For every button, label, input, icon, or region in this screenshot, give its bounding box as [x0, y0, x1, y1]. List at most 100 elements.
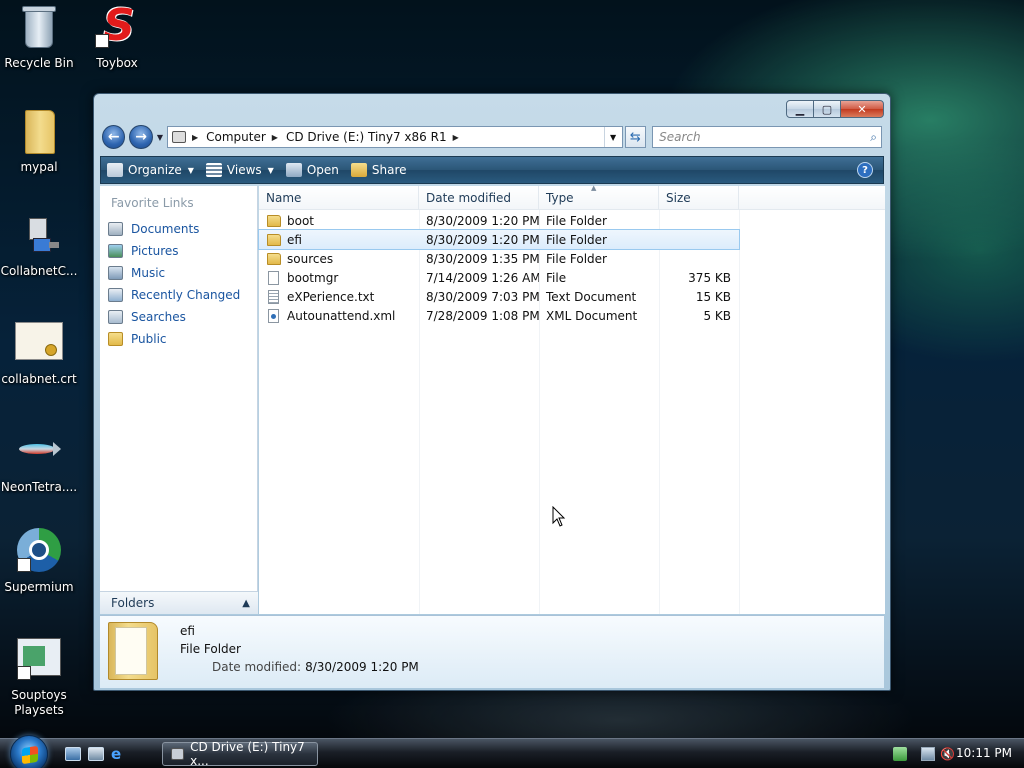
organize-button[interactable]: Organize ▼ — [101, 157, 200, 183]
file-date: 8/30/2009 7:03 PM — [426, 289, 539, 304]
taskbar-button-label: CD Drive (E:) Tiny7 x... — [190, 740, 305, 768]
fav-public[interactable]: Public — [100, 328, 257, 350]
details-type: File Folder — [180, 642, 241, 656]
desktop-icon-supermium[interactable]: Supermium — [0, 528, 78, 595]
file-date: 8/30/2009 1:35 PM — [426, 251, 539, 266]
details-date-label: Date modified: — [212, 660, 302, 674]
breadcrumb-separator-icon: ▶ — [191, 132, 199, 142]
taskbar: e CD Drive (E:) Tiny7 x... 🔇 10:11 PM — [0, 735, 1024, 768]
folder-icon — [267, 214, 281, 227]
desktop-icon-collabnet[interactable]: CollabnetC... — [0, 212, 78, 279]
file-name-cell: efi — [259, 233, 419, 247]
table-row[interactable]: eXPerience.txt 8/30/2009 7:03 PM Text Do… — [259, 287, 885, 306]
desktop-icon-label: Toybox — [96, 56, 138, 70]
breadcrumb-cd-drive[interactable]: CD Drive (E:) Tiny7 x86 R1 — [286, 130, 447, 144]
views-button[interactable]: Views ▼ — [200, 157, 280, 183]
desktop-icon-toybox[interactable]: S Toybox — [78, 4, 156, 71]
toybox-icon: S — [93, 4, 141, 52]
refresh-button[interactable]: ⇆ — [624, 126, 647, 148]
column-size[interactable]: Size — [659, 186, 739, 210]
file-date: 8/30/2009 1:20 PM — [426, 232, 539, 247]
chevron-up-icon: ▲ — [242, 597, 250, 609]
sort-indicator-icon: ▲ — [591, 184, 597, 192]
breadcrumb-computer[interactable]: Computer — [206, 130, 266, 144]
column-type[interactable]: ▲ Type — [539, 184, 659, 210]
fav-documents[interactable]: Documents — [100, 218, 257, 240]
desktop-icon-label: collabnet.crt — [1, 372, 77, 386]
switch-windows-icon[interactable] — [88, 747, 104, 761]
command-toolbar: Organize ▼ Views ▼ Open Share ? — [100, 156, 884, 184]
window-controls: ▁ ▢ ✕ — [786, 100, 884, 118]
desktop-icon-neontetra[interactable]: NeonTetra.... — [0, 428, 78, 495]
chevron-down-icon: ▼ — [610, 132, 617, 142]
desktop-icon-collabnet-crt[interactable]: collabnet.crt — [0, 320, 78, 387]
close-button[interactable]: ✕ — [840, 100, 884, 118]
file-name-cell: eXPerience.txt — [259, 289, 419, 304]
start-button[interactable] — [10, 735, 48, 768]
file-type: Text Document — [546, 289, 637, 304]
table-row[interactable]: Autounattend.xml 7/28/2009 1:08 PM XML D… — [259, 306, 885, 325]
file-size: 15 KB — [695, 289, 731, 304]
folders-toggle[interactable]: Folders ▲ — [100, 591, 258, 614]
file-list: Name Date modified ▲ Type Size boot 8/30/… — [258, 184, 885, 614]
open-label: Open — [306, 163, 339, 177]
desktop-icon-label: NeonTetra.... — [0, 480, 78, 494]
safely-remove-icon[interactable] — [893, 747, 907, 761]
desktop-icon-souptoys[interactable]: Souptoys Playsets — [0, 636, 78, 718]
search-input[interactable]: Search ⌕ — [652, 126, 882, 148]
details-date-value: 8/30/2009 1:20 PM — [305, 660, 419, 674]
fav-pictures[interactable]: Pictures — [100, 240, 257, 262]
column-name[interactable]: Name — [259, 186, 419, 210]
maximize-button[interactable]: ▢ — [813, 100, 841, 118]
fav-searches[interactable]: Searches — [100, 306, 257, 328]
organize-label: Organize — [128, 163, 182, 177]
favorite-links-title: Favorite Links — [111, 196, 194, 210]
folder-icon — [108, 332, 123, 346]
fav-label: Pictures — [131, 244, 179, 258]
table-row[interactable]: boot 8/30/2009 1:20 PM File Folder — [259, 211, 885, 230]
fish-icon — [15, 428, 63, 476]
taskbar-explorer-button[interactable]: CD Drive (E:) Tiny7 x... — [162, 740, 318, 768]
column-header: Name Date modified ▲ Type Size — [259, 184, 885, 210]
folders-label: Folders — [111, 596, 155, 610]
search-icon[interactable]: ⌕ — [870, 130, 877, 145]
arrow-right-icon: → — [135, 129, 147, 145]
desktop-icon-mypal[interactable]: mypal — [0, 108, 78, 175]
fav-label: Documents — [131, 222, 200, 236]
text-file-icon — [268, 289, 279, 304]
open-button[interactable]: Open — [280, 157, 345, 183]
mouse-cursor-icon — [552, 506, 566, 527]
file-name-cell: boot — [259, 214, 419, 228]
minimize-button[interactable]: ▁ — [786, 100, 814, 118]
internet-explorer-icon[interactable]: e — [111, 747, 127, 762]
table-row[interactable]: bootmgr 7/14/2009 1:26 AM File 375 KB — [259, 268, 885, 287]
forward-button[interactable]: → — [129, 125, 153, 149]
file-type: File Folder — [546, 251, 607, 266]
table-row[interactable]: sources 8/30/2009 1:35 PM File Folder — [259, 249, 885, 268]
help-button[interactable]: ? — [857, 162, 873, 178]
file-name-cell: sources — [259, 252, 419, 266]
arrow-left-icon: ← — [107, 129, 120, 145]
fav-music[interactable]: Music — [100, 262, 257, 284]
taskbar-clock[interactable]: 10:11 PM — [956, 746, 1012, 760]
views-icon — [205, 163, 222, 177]
address-bar[interactable]: ▶ Computer ▶ CD Drive (E:) Tiny7 x86 R1 … — [166, 126, 623, 148]
fav-label: Searches — [131, 310, 186, 324]
share-button[interactable]: Share — [345, 157, 413, 183]
volume-muted-icon[interactable]: 🔇 — [940, 747, 955, 761]
recently-changed-icon — [108, 288, 123, 302]
address-dropdown-button[interactable]: ▼ — [603, 127, 622, 147]
search-placeholder: Search — [659, 130, 701, 144]
desktop-icon-recycle-bin[interactable]: Recycle Bin — [0, 4, 78, 71]
show-desktop-icon[interactable] — [65, 747, 81, 761]
fav-recently-changed[interactable]: Recently Changed — [100, 284, 257, 306]
column-name-label: Name — [266, 191, 302, 205]
back-button[interactable]: ← — [102, 125, 126, 149]
column-date-modified[interactable]: Date modified — [419, 186, 539, 210]
network-icon[interactable] — [921, 747, 935, 761]
drive-icon — [171, 748, 185, 760]
recent-pages-dropdown[interactable]: ▼ — [157, 133, 163, 142]
column-size-label: Size — [666, 191, 691, 205]
recycle-bin-icon — [15, 4, 63, 52]
table-row-selected[interactable]: efi 8/30/2009 1:20 PM File Folder — [258, 229, 740, 250]
